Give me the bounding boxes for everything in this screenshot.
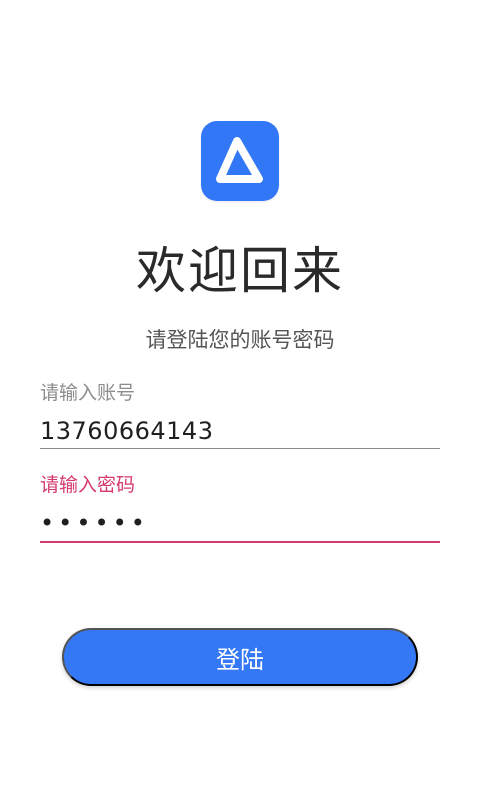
login-button[interactable]: 登陆 xyxy=(62,628,418,686)
account-input[interactable] xyxy=(40,414,440,448)
login-screen: 欢迎回来 请登陆您的账号密码 请输入账号 请输入密码 登陆 xyxy=(0,0,480,800)
password-label: 请输入密码 xyxy=(40,474,136,496)
account-label: 请输入账号 xyxy=(40,382,136,404)
password-input[interactable] xyxy=(40,506,440,540)
password-underline xyxy=(40,541,440,543)
account-underline xyxy=(40,448,440,449)
welcome-title: 欢迎回来 xyxy=(136,242,344,300)
app-logo-icon xyxy=(201,121,279,201)
welcome-subtitle: 请登陆您的账号密码 xyxy=(145,328,335,352)
